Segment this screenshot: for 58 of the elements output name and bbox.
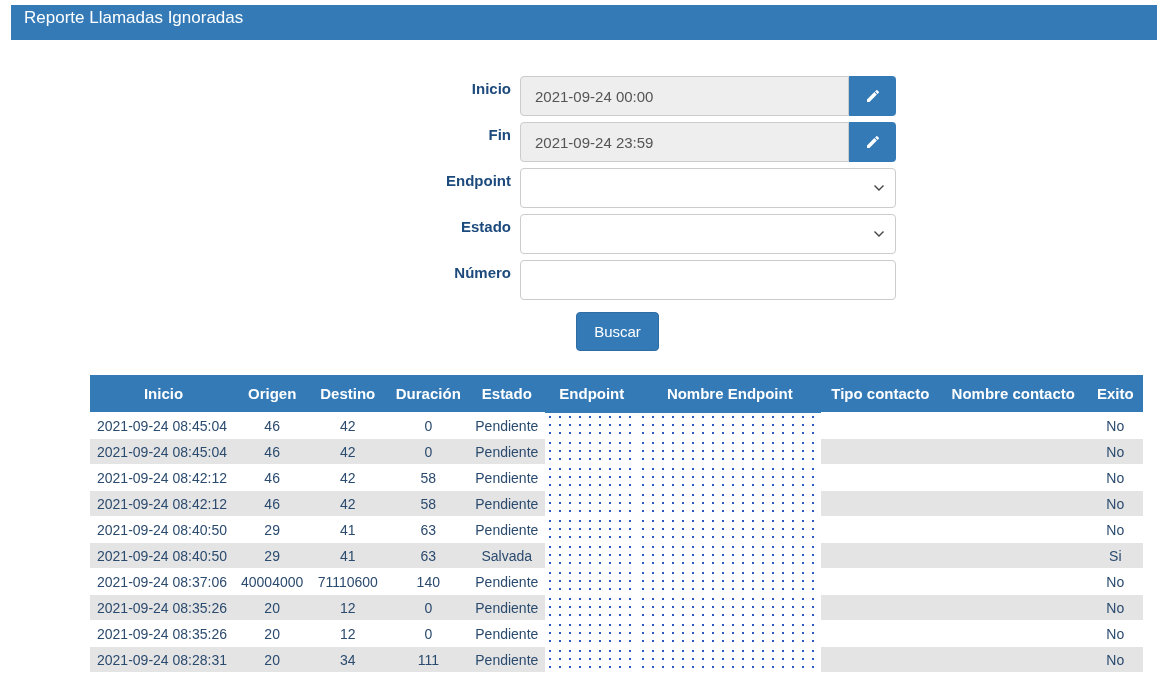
field-label: Fin	[487, 125, 512, 143]
date-field[interactable]: 2021-09-24 00:00	[520, 76, 849, 116]
table-cell: 29	[237, 542, 308, 569]
table-cell: 46	[237, 490, 308, 517]
edit-button[interactable]	[849, 122, 896, 162]
column-header: Nombre contacto	[939, 375, 1088, 413]
column-header: Origen	[237, 375, 308, 413]
table-cell: 58	[388, 490, 469, 517]
table-cell: 2021-09-24 08:28:31	[90, 646, 237, 672]
column-header: Inicio	[90, 375, 237, 413]
table-cell: 2021-09-24 08:40:50	[90, 542, 237, 569]
table-cell: 12	[307, 594, 389, 621]
column-header: Estado	[468, 375, 546, 413]
column-header: Nombre Endpoint	[638, 375, 822, 413]
page-title: Reporte Llamadas Ignoradas	[24, 7, 244, 29]
table-cell: No	[1087, 438, 1144, 465]
table-cell: 20	[237, 594, 308, 621]
column-header: Endpoint	[545, 375, 639, 413]
edit-button[interactable]	[849, 76, 896, 116]
field-label: Endpoint	[445, 171, 512, 189]
dropdown-field[interactable]	[520, 214, 896, 254]
column-header: Tipo contacto	[821, 375, 940, 413]
column-header: Duración	[388, 375, 469, 413]
table-cell: Salvada	[468, 542, 546, 569]
column-header: Exito	[1087, 375, 1144, 413]
text-field[interactable]	[520, 260, 896, 300]
field-label: Estado	[460, 217, 512, 235]
dropdown-field[interactable]	[520, 168, 896, 208]
table-cell: 42	[307, 490, 389, 517]
table-cell: 34	[307, 646, 389, 672]
table-cell: 63	[388, 542, 469, 569]
field-label: Número	[453, 263, 512, 281]
date-field[interactable]: 2021-09-24 23:59	[520, 122, 849, 162]
chevron-down-icon	[873, 230, 885, 238]
table-cell: Pendiente	[468, 594, 546, 621]
table-cell: No	[1087, 646, 1144, 672]
table-cell: Pendiente	[468, 646, 546, 672]
table-cell: No	[1087, 594, 1144, 621]
search-button[interactable]: Buscar	[576, 312, 659, 351]
table-cell: 111	[388, 646, 469, 672]
table-cell: 2021-09-24 08:42:12	[90, 490, 237, 517]
table-cell: 0	[388, 438, 469, 465]
table-cell: 41	[307, 542, 389, 569]
chevron-down-icon	[873, 184, 885, 192]
field-label: Inicio	[470, 79, 512, 97]
table-cell: 42	[307, 438, 389, 465]
table-cell: 0	[388, 594, 469, 621]
table-cell: Si	[1087, 542, 1144, 569]
table-cell: No	[1087, 490, 1144, 517]
table-cell: Pendiente	[468, 490, 546, 517]
table-cell: 20	[237, 646, 308, 672]
table-cell: 2021-09-24 08:35:26	[90, 594, 237, 621]
pencil-icon	[864, 134, 881, 150]
table-cell: 46	[237, 438, 308, 465]
pencil-icon	[864, 88, 881, 104]
table-cell: Pendiente	[468, 438, 546, 465]
table-cell: 2021-09-24 08:45:04	[90, 438, 237, 465]
column-header: Destino	[307, 375, 389, 413]
